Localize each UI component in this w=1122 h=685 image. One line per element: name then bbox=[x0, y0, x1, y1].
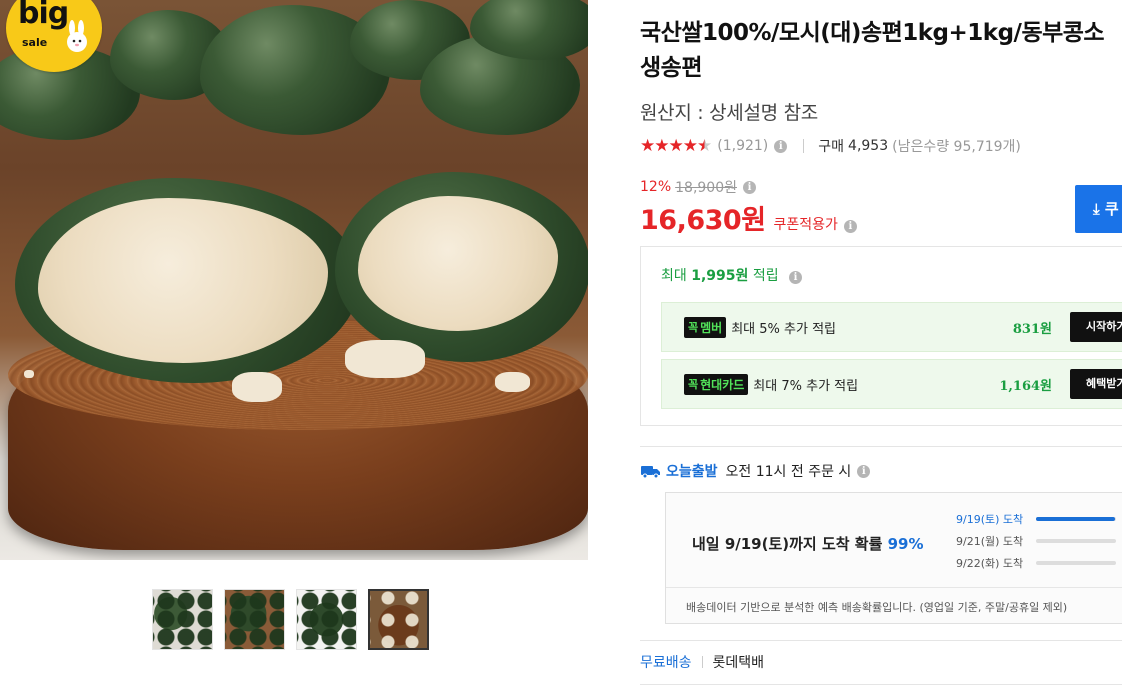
badge-big-text: big bbox=[18, 0, 69, 31]
card-tag-label: 현대카드 bbox=[700, 377, 745, 392]
info-icon[interactable]: i bbox=[789, 271, 803, 284]
delivery-estimate-text: 내일 9/19(토)까지 도착 확률 bbox=[692, 535, 883, 553]
thumbnail-strip bbox=[152, 589, 429, 650]
divider bbox=[803, 139, 805, 153]
info-icon[interactable]: i bbox=[743, 180, 756, 194]
divider bbox=[640, 446, 1122, 447]
prob-label-3: 9/22(화) 도착 bbox=[956, 557, 1024, 570]
delivery-note: 배송데이터 기반으로 분석한 예측 배송확률입니다. (영업일 기준, 주말/공… bbox=[686, 601, 1068, 614]
card-benefit-row: 꼭 현대카드 최대 7% 추가 적립 1,164원 혜택받기 bbox=[661, 359, 1122, 409]
divider bbox=[701, 656, 703, 668]
member-benefit-row: 꼭 멤버 최대 5% 추가 적립 831원 시작하기 bbox=[661, 302, 1122, 352]
thumbnail-2[interactable] bbox=[224, 589, 285, 650]
coupon-download-button[interactable]: ⤓ 쿠 bbox=[1075, 185, 1122, 233]
kkok-label: 꼭 bbox=[688, 321, 699, 334]
sale-price: 16,630원 bbox=[640, 205, 766, 236]
price-row: 16,630원 쿠폰적용가 i bbox=[640, 198, 857, 237]
star-half-icon: ★ bbox=[697, 136, 712, 156]
today-departure-label: 오늘출발 bbox=[666, 464, 718, 480]
original-price: 18,900원 bbox=[675, 180, 737, 196]
prob-bar-2 bbox=[1036, 539, 1116, 543]
info-icon[interactable]: i bbox=[857, 464, 871, 478]
max-point-amount: 1,995원 bbox=[691, 268, 749, 284]
member-benefit-desc: 최대 5% 추가 적립 bbox=[731, 321, 836, 337]
product-main-image: big sale bbox=[0, 0, 588, 560]
prob-bar-1 bbox=[1036, 517, 1116, 521]
prob-row-2: 9/21(월) 도착 bbox=[956, 533, 1116, 549]
prob-label-2: 9/21(월) 도착 bbox=[956, 535, 1024, 548]
delivery-estimate: 내일 9/19(토)까지 도착 확률 99% bbox=[692, 533, 924, 554]
divider bbox=[640, 640, 1122, 641]
card-benefit-button[interactable]: 혜택받기 bbox=[1070, 369, 1122, 399]
member-tag: 꼭 멤버 bbox=[684, 316, 727, 338]
purchase-label: 구매 bbox=[818, 139, 845, 155]
bunny-icon bbox=[67, 20, 87, 52]
prob-row-3: 9/22(화) 도착 bbox=[956, 555, 1116, 571]
star-icon: ★ bbox=[668, 136, 684, 156]
carrier-name: 롯데택배 bbox=[712, 655, 765, 671]
today-delivery-row: 오늘출발 오전 11시 전 주문 시 i bbox=[640, 461, 871, 481]
member-benefit-amount: 831원 bbox=[1012, 321, 1052, 337]
star-icon: ★ bbox=[640, 136, 655, 156]
truck-icon bbox=[641, 466, 660, 479]
thumbnail-3[interactable] bbox=[296, 589, 357, 650]
discount-row: 12% 18,900원 i bbox=[640, 177, 756, 197]
badge-sale-text: sale bbox=[22, 36, 48, 49]
thumbnail-4-selected[interactable] bbox=[368, 589, 429, 650]
card-benefit-amount: 1,164원 bbox=[999, 378, 1052, 394]
prob-bar-3 bbox=[1036, 561, 1116, 565]
card-benefit-desc: 최대 7% 추가 적립 bbox=[753, 378, 859, 394]
info-icon[interactable]: i bbox=[843, 220, 857, 233]
delivery-estimate-pct: 99% bbox=[887, 535, 924, 553]
rating-row: ★ ★ ★ ★ ★ (1,921) i 구매 4,953 (남은수량 95,71… bbox=[640, 136, 1021, 156]
star-icon: ★ bbox=[682, 136, 698, 156]
shipping-row: 무료배송 롯데택배 bbox=[640, 652, 764, 672]
card-tag: 꼭 현대카드 bbox=[684, 373, 749, 395]
today-departure-desc: 오전 11시 전 주문 시 bbox=[725, 464, 852, 480]
product-origin: 원산지 : 상세설명 참조 bbox=[640, 102, 818, 124]
star-icon: ★ bbox=[654, 136, 669, 156]
thumbnail-1[interactable] bbox=[152, 589, 213, 650]
review-count[interactable]: (1,921) bbox=[717, 138, 768, 154]
max-point-header: 최대 1,995원 적립 i bbox=[661, 265, 803, 285]
product-title: 국산쌀100%/모시(대)송편1kg+1kg/동부콩소 생송편 bbox=[640, 20, 1105, 81]
divider bbox=[666, 587, 1122, 588]
member-start-button[interactable]: 시작하기 bbox=[1070, 312, 1122, 342]
star-rating[interactable]: ★ ★ ★ ★ ★ bbox=[640, 136, 712, 156]
free-shipping-label: 무료배송 bbox=[640, 655, 692, 671]
member-tag-label: 멤버 bbox=[700, 320, 723, 335]
max-point-suffix: 적립 bbox=[752, 268, 779, 284]
remaining-stock: (남은수량 95,719개) bbox=[892, 139, 1021, 155]
info-icon[interactable]: i bbox=[774, 139, 788, 153]
delivery-probability-box: 내일 9/19(토)까지 도착 확률 99% 9/19(토) 도착 9/21(월… bbox=[665, 492, 1122, 624]
prob-label-1: 9/19(토) 도착 bbox=[956, 513, 1024, 526]
purchase-count: 4,953 bbox=[848, 138, 889, 154]
prob-row-1: 9/19(토) 도착 bbox=[956, 511, 1116, 527]
point-benefit-box: 최대 1,995원 적립 i 꼭 멤버 최대 5% 추가 적립 831원 시작하… bbox=[640, 246, 1122, 426]
coupon-price-label: 쿠폰적용가 bbox=[773, 217, 838, 233]
kkok-label: 꼭 bbox=[688, 378, 699, 391]
max-point-prefix: 최대 bbox=[661, 268, 687, 284]
discount-rate: 12% bbox=[640, 179, 672, 195]
